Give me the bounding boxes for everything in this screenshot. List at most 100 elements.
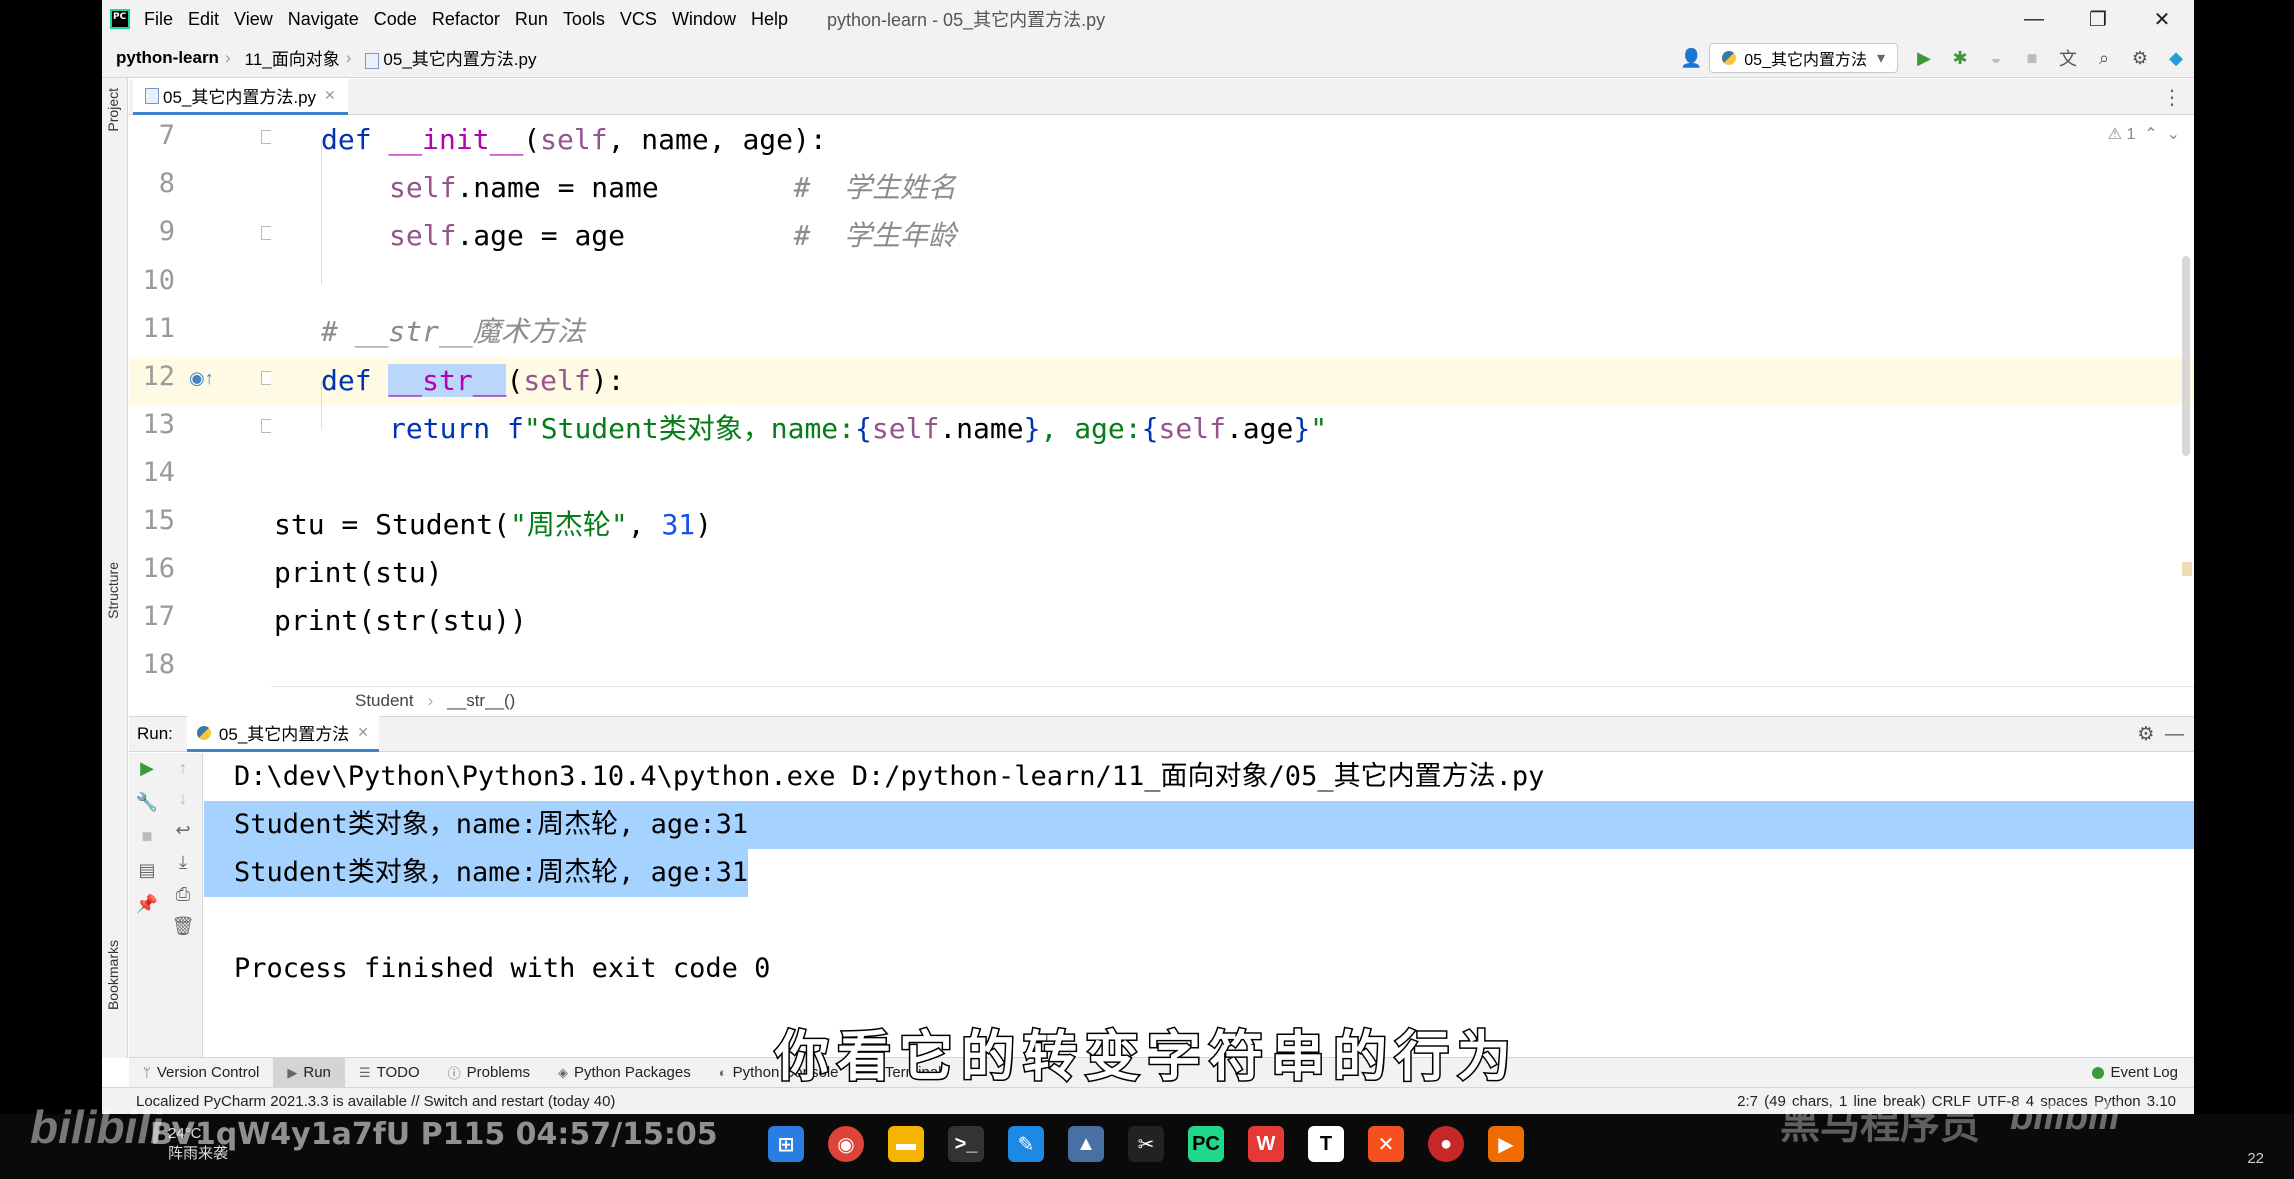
run-config-select[interactable]: 05_其它内置方法 ▾ bbox=[1709, 43, 1898, 73]
menu-window[interactable]: Window bbox=[672, 9, 736, 30]
console-line: D:\dev\Python\Python3.10.4\python.exe D:… bbox=[234, 761, 1545, 792]
editor-tab-bar: 05_其它内置方法.py ✕ ⋮ bbox=[129, 79, 2194, 115]
window-title: python-learn - 05_其它内置方法.py bbox=[827, 10, 1106, 30]
editor-tab[interactable]: 05_其它内置方法.py ✕ bbox=[133, 79, 348, 115]
inspection-count: 1 bbox=[2126, 126, 2136, 143]
project-tool-button[interactable]: Project bbox=[105, 88, 121, 132]
line-number: 10 bbox=[142, 265, 175, 296]
run-panel-header: Run: 05_其它内置方法 ✕ ⚙ — bbox=[129, 716, 2194, 752]
nav-folder[interactable]: 11_面向对象 bbox=[245, 45, 340, 70]
nav-file[interactable]: 05_其它内置方法.py bbox=[365, 45, 536, 70]
chevron-down-icon: ▾ bbox=[1876, 50, 1885, 67]
window-controls: — ❐ ✕ bbox=[2002, 0, 2194, 38]
menu-code[interactable]: Code bbox=[374, 9, 417, 30]
menu-refactor[interactable]: Refactor bbox=[432, 9, 500, 30]
line-number: 18 bbox=[142, 649, 175, 680]
file-explorer-icon[interactable]: ▬ bbox=[888, 1126, 924, 1162]
menu-bar: File Edit View Navigate Code Refactor Ru… bbox=[102, 0, 2194, 38]
menu-edit[interactable]: Edit bbox=[188, 9, 219, 30]
chevron-right-icon: › bbox=[427, 690, 434, 710]
stop-icon[interactable]: ■ bbox=[129, 821, 165, 851]
stop-icon[interactable]: ■ bbox=[2014, 38, 2050, 78]
rerun-icon[interactable]: ▶ bbox=[129, 753, 165, 783]
left-tool-strip: Project Structure Bookmarks bbox=[102, 78, 128, 1058]
restore-button[interactable]: ❐ bbox=[2066, 0, 2130, 38]
override-icon[interactable]: ◉↑ bbox=[189, 368, 214, 389]
capcut-icon[interactable]: ✂ bbox=[1128, 1126, 1164, 1162]
python-icon bbox=[1722, 51, 1737, 65]
terminal-app-icon[interactable]: >_ bbox=[948, 1126, 984, 1162]
windows-start-icon[interactable]: ⊞ bbox=[768, 1126, 804, 1162]
wrench-icon[interactable]: 🔧 bbox=[129, 787, 165, 817]
run-panel-settings: ⚙ — bbox=[2137, 723, 2184, 746]
wps-icon[interactable]: W bbox=[1248, 1126, 1284, 1162]
menu-vcs[interactable]: VCS bbox=[620, 9, 657, 30]
trash-icon[interactable]: 🗑 bbox=[165, 911, 201, 941]
record-icon[interactable]: ● bbox=[1428, 1126, 1464, 1162]
nav-file-label: 05_其它内置方法.py bbox=[383, 50, 537, 69]
search-icon[interactable]: ⌕ bbox=[2086, 38, 2122, 78]
nav-project[interactable]: python-learn bbox=[116, 48, 219, 68]
debug-icon[interactable]: ✱ bbox=[1942, 38, 1978, 78]
run-tab[interactable]: 05_其它内置方法 ✕ bbox=[186, 716, 380, 752]
media-player-icon[interactable]: ▶ bbox=[1488, 1126, 1524, 1162]
arrow-up-icon[interactable]: ↑ bbox=[165, 753, 201, 783]
menu-view[interactable]: View bbox=[234, 9, 273, 30]
minimize-button[interactable]: — bbox=[2002, 0, 2066, 38]
run-tab-label: 05_其它内置方法 bbox=[218, 725, 350, 744]
python-file-icon bbox=[365, 52, 380, 69]
code-line-11: # __str__魔术方法 bbox=[321, 315, 585, 348]
editor-scrollbar[interactable] bbox=[2182, 256, 2190, 456]
run-config-label: 05_其它内置方法 bbox=[1744, 52, 1867, 69]
layout-icon[interactable]: ▤ bbox=[129, 855, 165, 885]
bookmarks-tool-button[interactable]: Bookmarks bbox=[105, 940, 121, 1010]
python-file-icon bbox=[145, 87, 159, 104]
bilibili-logo-watermark: bilibili bbox=[2010, 1096, 2120, 1138]
line-number: 8 bbox=[158, 168, 175, 199]
menu-file[interactable]: File bbox=[144, 9, 173, 30]
chrome-icon[interactable]: ◉ bbox=[828, 1126, 864, 1162]
gear-icon[interactable]: ⚙ bbox=[2137, 724, 2154, 745]
gear-icon[interactable]: ⚙ bbox=[2122, 38, 2158, 78]
breadcrumb-class[interactable]: Student bbox=[355, 691, 414, 711]
hide-panel-icon[interactable]: — bbox=[2165, 724, 2184, 745]
feather-app-icon[interactable]: ✎ bbox=[1008, 1126, 1044, 1162]
pin-icon[interactable]: 📌 bbox=[129, 889, 165, 919]
code-editor[interactable]: def __init__(self, name, age): self.name… bbox=[271, 116, 2194, 686]
more-vertical-icon[interactable]: ⋮ bbox=[2162, 85, 2182, 110]
print-icon[interactable]: ⎙ bbox=[165, 879, 201, 909]
line-number: 17 bbox=[142, 601, 175, 632]
user-icon[interactable]: 👤 bbox=[1673, 38, 1709, 78]
line-number: 12 bbox=[142, 361, 175, 392]
video-subtitle: 你看它的转变字符串的行为 bbox=[774, 1024, 1519, 1090]
arrow-down-icon[interactable]: ↓ bbox=[165, 783, 201, 813]
video-info: BV1qW4y1a7fU P115 04:57/15:05 bbox=[150, 1117, 718, 1152]
menu-run[interactable]: Run bbox=[515, 9, 548, 30]
image-viewer-icon[interactable]: ▲ bbox=[1068, 1126, 1104, 1162]
chevron-right-icon: › bbox=[224, 47, 231, 67]
scroll-to-end-icon[interactable]: ⤓ bbox=[165, 847, 201, 877]
menu-tools[interactable]: Tools bbox=[563, 9, 605, 30]
code-line-18: print(str(stu)) bbox=[274, 604, 527, 637]
soft-wrap-icon[interactable]: ↩ bbox=[165, 815, 201, 845]
typora-icon[interactable]: T bbox=[1308, 1126, 1344, 1162]
breadcrumb-method[interactable]: __str__() bbox=[447, 691, 515, 711]
close-window-button[interactable]: ✕ bbox=[2130, 0, 2194, 38]
menu-help[interactable]: Help bbox=[751, 9, 788, 30]
plugin-icon[interactable]: ◆ bbox=[2158, 38, 2194, 78]
pycharm-taskbar-icon[interactable]: PC bbox=[1188, 1126, 1224, 1162]
code-line-12: def __str__(self): bbox=[321, 364, 625, 397]
close-icon[interactable]: ✕ bbox=[324, 87, 336, 104]
close-icon[interactable]: ✕ bbox=[357, 724, 369, 741]
inspection-widget[interactable]: ⚠ 1 ⌃ ⌄ bbox=[2108, 124, 2180, 144]
coverage-icon[interactable]: ◒ bbox=[1978, 38, 2014, 78]
chevron-right-icon: › bbox=[345, 47, 352, 67]
selected-identifier: __str__ bbox=[388, 364, 507, 397]
xmind-icon[interactable]: ✕ bbox=[1368, 1126, 1404, 1162]
status-message[interactable]: Localized PyCharm 2021.3.3 is available … bbox=[136, 1093, 615, 1110]
structure-tool-button[interactable]: Structure bbox=[105, 562, 121, 619]
translate-icon[interactable]: 文 bbox=[2050, 38, 2086, 78]
run-icon[interactable]: ▶ bbox=[1906, 38, 1942, 78]
menu-navigate[interactable]: Navigate bbox=[288, 9, 359, 30]
